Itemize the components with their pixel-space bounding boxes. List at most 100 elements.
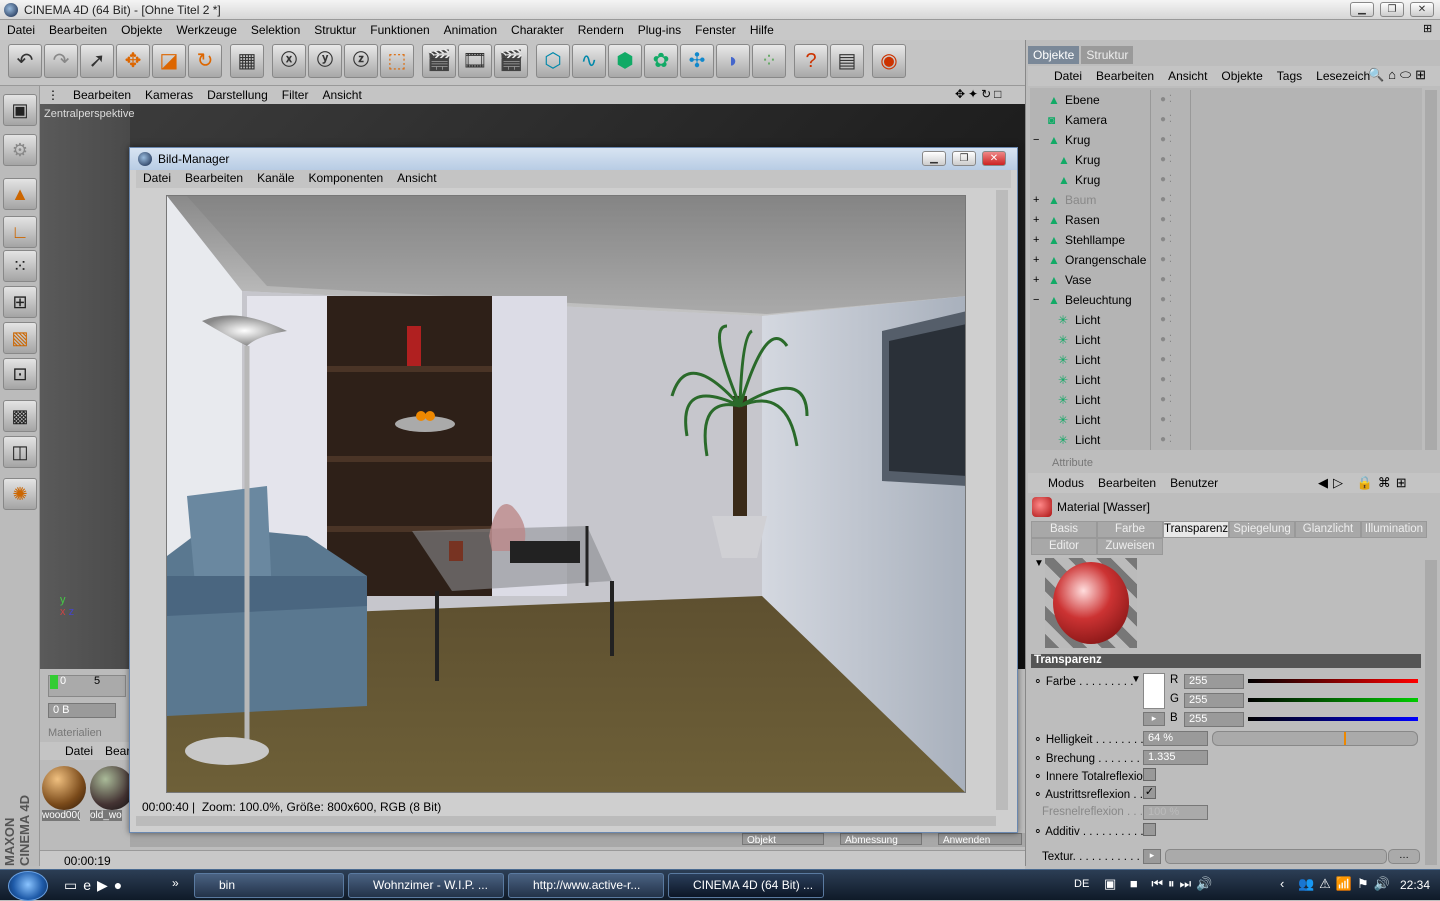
tab-struktur[interactable]: Struktur <box>1081 46 1134 64</box>
object-row[interactable]: + ▲ Baum ● ⁚ <box>1030 190 1422 210</box>
polygon-mode-icon[interactable]: ▧ <box>3 322 37 354</box>
g-slider[interactable] <box>1248 698 1418 702</box>
scale-tool-icon[interactable]: ◪ <box>152 44 186 78</box>
object-row[interactable]: ▲ Krug ● ⁚ <box>1030 150 1422 170</box>
om-menu-bearbeiten[interactable]: Bearbeiten <box>1096 69 1154 83</box>
visibility-dots[interactable]: ● ⁚ <box>1160 370 1172 390</box>
menu-plug-ins[interactable]: Plug-ins <box>631 20 688 37</box>
visibility-dots[interactable]: ● ⁚ <box>1160 250 1172 270</box>
minimize-button[interactable]: ▁ <box>1350 2 1374 17</box>
attr-tab-glanzlicht[interactable]: Glanzlicht <box>1295 521 1361 538</box>
object-name[interactable]: Vase <box>1065 270 1091 290</box>
additiv-checkbox[interactable] <box>1143 823 1156 836</box>
object-name[interactable]: Kamera <box>1065 110 1107 130</box>
attr-tab-zuweisen[interactable]: Zuweisen <box>1097 538 1163 555</box>
visibility-dots[interactable]: ● ⁚ <box>1160 110 1172 130</box>
render-image[interactable] <box>166 195 966 793</box>
g-field[interactable]: 255 <box>1184 693 1244 708</box>
b-slider[interactable] <box>1248 717 1418 721</box>
object-row[interactable]: ✳ Licht ● ⁚ <box>1030 410 1422 430</box>
object-name[interactable]: Licht <box>1075 350 1100 370</box>
render-region-icon[interactable]: ▦ <box>230 44 264 78</box>
attr-nav-icons[interactable]: ◀▷ 🔒⌘⊞ <box>1318 475 1412 491</box>
bm-minimize-button[interactable]: ▁ <box>922 151 946 166</box>
array-icon[interactable]: ✿ <box>644 44 678 78</box>
render-settings-icon[interactable]: 🎬 <box>494 44 528 78</box>
start-button[interactable] <box>8 871 48 901</box>
attr-menu-benutzer[interactable]: Benutzer <box>1170 476 1218 490</box>
menu-fenster[interactable]: Fenster <box>688 20 743 37</box>
bm-menu-item[interactable]: Ansicht <box>390 170 443 186</box>
timeline-playhead[interactable] <box>50 675 58 689</box>
object-row[interactable]: + ▲ Stehllampe ● ⁚ <box>1030 230 1422 250</box>
material-wood-swatch[interactable] <box>42 766 86 810</box>
media-player-controls[interactable]: ▣ ■ ⏮⏸⏭🔊 <box>1104 876 1217 892</box>
visibility-dots[interactable]: ● ⁚ <box>1160 350 1172 370</box>
x-axis-lock-icon[interactable]: ⓧ <box>272 44 306 78</box>
expand-toggle-icon[interactable]: + <box>1033 230 1039 250</box>
visibility-dots[interactable]: ● ⁚ <box>1160 270 1172 290</box>
objekt-dropdown[interactable]: Objekt <box>742 833 824 846</box>
fresnelreflexion-field[interactable]: 100 % <box>1143 805 1208 820</box>
object-name[interactable]: Licht <box>1075 370 1100 390</box>
materials-menu-datei[interactable]: Datei <box>65 744 93 758</box>
visibility-dots[interactable]: ● ⁚ <box>1160 170 1172 190</box>
expand-toggle-icon[interactable]: + <box>1033 270 1039 290</box>
expand-toggle-icon[interactable]: + <box>1033 190 1039 210</box>
viewport-menu-kameras[interactable]: Kameras <box>138 86 200 104</box>
visibility-dots[interactable]: ● ⁚ <box>1160 330 1172 350</box>
taskbar-item-wohnzimmer[interactable]: Wohnzimer - W.I.P. ... <box>348 873 504 898</box>
quicklaunch-icons[interactable]: ▭e▶● <box>64 877 128 894</box>
attr-scrollbar[interactable] <box>1425 560 1437 865</box>
taskbar-item-cinema4d[interactable]: CINEMA 4D (64 Bit) ... <box>668 873 824 898</box>
farbe-dropdown-icon[interactable]: ▼ <box>1131 674 1141 685</box>
cube-primitive-icon[interactable]: ⬡ <box>536 44 570 78</box>
attr-tab-illumination[interactable]: Illumination <box>1361 521 1427 538</box>
object-row[interactable]: − ▲ Beleuchtung ● ⁚ <box>1030 290 1422 310</box>
om-menu-ansicht[interactable]: Ansicht <box>1168 69 1207 83</box>
z-axis-lock-icon[interactable]: ⓩ <box>344 44 378 78</box>
visibility-dots[interactable]: ● ⁚ <box>1160 410 1172 430</box>
layout-switch-icon[interactable]: ▣ <box>3 94 37 126</box>
viewport-menu-filter[interactable]: Filter <box>275 86 316 104</box>
undo-icon[interactable]: ↶ <box>8 44 42 78</box>
move-tool-icon[interactable]: ✥ <box>116 44 150 78</box>
bm-menu-item[interactable]: Bearbeiten <box>178 170 250 186</box>
content-browser-icon[interactable]: ◉ <box>872 44 906 78</box>
visibility-dots[interactable]: ● ⁚ <box>1160 430 1172 450</box>
object-row[interactable]: ▲ Krug ● ⁚ <box>1030 170 1422 190</box>
om-scrollbar[interactable] <box>1425 90 1437 450</box>
scene-object-icon[interactable]: ◗ <box>716 44 750 78</box>
material-oldwood-swatch[interactable] <box>90 766 134 810</box>
visibility-dots[interactable]: ● ⁚ <box>1160 90 1172 110</box>
helligkeit-slider[interactable] <box>1212 731 1418 746</box>
menu-bearbeiten[interactable]: Bearbeiten <box>42 20 114 37</box>
expand-toggle-icon[interactable]: − <box>1033 130 1039 150</box>
menu-hilfe[interactable]: Hilfe <box>743 20 781 37</box>
tab-objekte[interactable]: Objekte <box>1028 46 1080 64</box>
brechung-field[interactable]: 1.335 <box>1143 750 1208 765</box>
menu-selektion[interactable]: Selektion <box>244 20 307 37</box>
menu-werkzeuge[interactable]: Werkzeuge <box>169 20 243 37</box>
visibility-dots[interactable]: ● ⁚ <box>1160 310 1172 330</box>
bm-maximize-button[interactable]: ❐ <box>952 151 976 166</box>
help-icon[interactable]: ? <box>794 44 828 78</box>
point-mode-icon[interactable]: ⁙ <box>3 250 37 282</box>
visibility-dots[interactable]: ● ⁚ <box>1160 150 1172 170</box>
object-name[interactable]: Ebene <box>1065 90 1100 110</box>
object-row[interactable]: ✳ Licht ● ⁚ <box>1030 310 1422 330</box>
innere-totalreflexion-checkbox[interactable] <box>1143 768 1156 781</box>
attr-menu-bearbeiten[interactable]: Bearbeiten <box>1098 476 1156 490</box>
materials-menu-bearbeiten[interactable]: Bear <box>105 744 130 758</box>
object-row[interactable]: ✳ Licht ● ⁚ <box>1030 370 1422 390</box>
object-row[interactable]: − ▲ Krug ● ⁚ <box>1030 130 1422 150</box>
layout-icon[interactable]: ▤ <box>830 44 864 78</box>
om-menu-lesezeich[interactable]: Lesezeich <box>1316 69 1370 83</box>
object-row[interactable]: ✳ Licht ● ⁚ <box>1030 430 1422 450</box>
spline-icon[interactable]: ∿ <box>572 44 606 78</box>
viewport-menu-darstellung[interactable]: Darstellung <box>200 86 275 104</box>
object-name[interactable]: Licht <box>1075 410 1100 430</box>
attr-tab-farbe[interactable]: Farbe <box>1097 521 1163 538</box>
b-field[interactable]: 255 <box>1184 712 1244 727</box>
object-name[interactable]: Licht <box>1075 330 1100 350</box>
